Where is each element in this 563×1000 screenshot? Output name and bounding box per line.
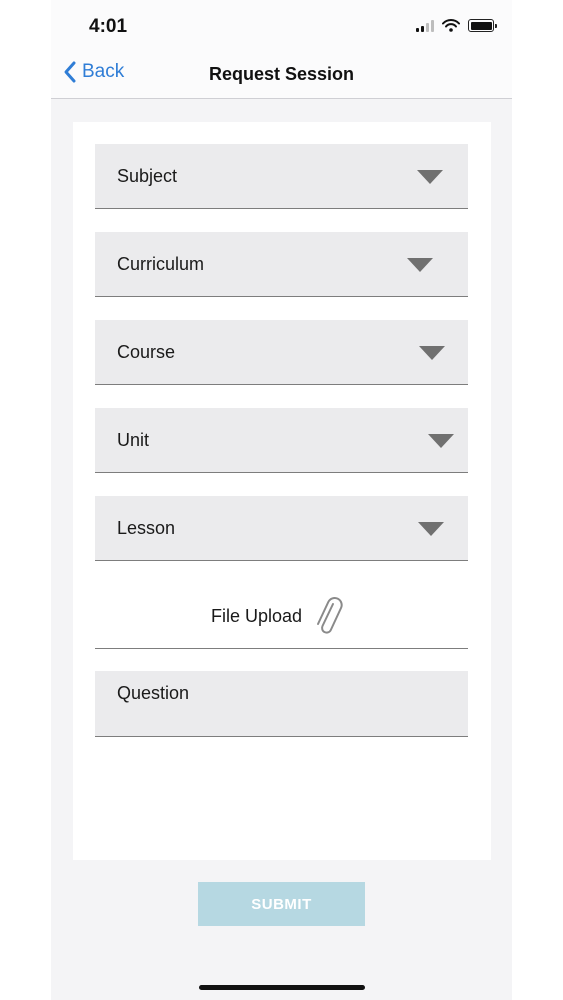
file-upload-label: File Upload	[211, 606, 303, 626]
subject-dropdown[interactable]: Subject	[95, 144, 468, 209]
caret-down-icon	[418, 522, 444, 536]
subject-dropdown-label: Subject	[117, 166, 178, 186]
status-bar: 4:01	[51, 0, 512, 52]
caret-down-icon	[428, 434, 454, 448]
home-indicator	[199, 985, 365, 990]
course-dropdown[interactable]: Course	[95, 320, 468, 385]
course-dropdown-label: Course	[117, 342, 176, 362]
caret-down-icon	[419, 346, 445, 360]
unit-dropdown[interactable]: Unit	[95, 408, 468, 473]
submit-button[interactable]: SUBMIT	[198, 882, 365, 926]
status-icons	[416, 19, 497, 32]
caret-down-icon	[417, 170, 443, 184]
lesson-dropdown-label: Lesson	[117, 518, 176, 538]
request-form: Subject Curriculum Course Unit Lesson Fi…	[73, 122, 491, 860]
curriculum-dropdown-label: Curriculum	[117, 254, 205, 274]
question-placeholder: Question	[117, 683, 190, 703]
navigation-bar: Back Request Session	[51, 52, 512, 99]
file-upload-button[interactable]: File Upload	[95, 592, 468, 649]
paperclip-icon	[317, 597, 343, 634]
status-time: 4:01	[89, 16, 128, 37]
cellular-signal-icon	[416, 19, 434, 32]
caret-down-icon	[407, 258, 433, 272]
curriculum-dropdown[interactable]: Curriculum	[95, 232, 468, 297]
wifi-icon	[442, 19, 460, 32]
unit-dropdown-label: Unit	[117, 430, 150, 450]
screen: 4:01 Back Request Session Subject Curric…	[51, 0, 512, 1000]
page-title: Request Session	[208, 64, 355, 84]
lesson-dropdown[interactable]: Lesson	[95, 496, 468, 561]
battery-icon	[468, 19, 497, 32]
question-field[interactable]: Question	[95, 671, 468, 737]
